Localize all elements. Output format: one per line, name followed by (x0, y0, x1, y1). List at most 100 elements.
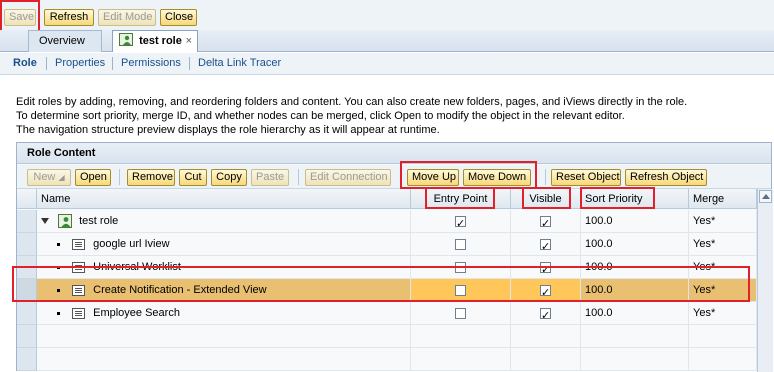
entry-point-checkbox[interactable] (455, 284, 466, 296)
visible-checkbox[interactable] (540, 282, 551, 304)
subnav-properties[interactable]: Properties (55, 57, 105, 69)
merge-cell: Yes* (689, 279, 757, 302)
description-line: The navigation structure preview display… (16, 124, 440, 136)
bullet-icon (57, 265, 60, 269)
sort-priority-cell: 100.0 (581, 233, 689, 256)
sort-priority-cell: 100.0 (581, 279, 689, 302)
paste-button[interactable]: Paste (251, 169, 289, 186)
empty-cell (411, 348, 511, 371)
row-selector (17, 325, 37, 348)
empty-cell (581, 325, 689, 348)
visible-cell (511, 256, 581, 281)
empty-row (17, 325, 757, 348)
column-header-merge[interactable]: Merge (689, 189, 757, 209)
column-header-selector (17, 189, 37, 209)
tab-test-role[interactable]: test role × (112, 30, 198, 52)
description-text: Edit roles by adding, removing, and reor… (16, 95, 756, 137)
table-row-selected[interactable]: Create Notification - Extended View 100.… (17, 279, 757, 304)
column-header-entry-point[interactable]: Entry Point (411, 189, 511, 209)
empty-cell (37, 348, 411, 371)
reset-object-button[interactable]: Reset Object (551, 169, 621, 186)
table-row[interactable]: Universal Worklist 100.0 Yes* (17, 256, 757, 281)
move-down-button[interactable]: Move Down (463, 169, 531, 186)
refresh-button[interactable]: Refresh (44, 9, 94, 26)
expand-arrow-icon[interactable] (41, 218, 49, 225)
visible-checkbox[interactable] (540, 236, 551, 258)
name-cell: Create Notification - Extended View (37, 279, 411, 302)
description-line: Edit roles by adding, removing, and reor… (16, 96, 688, 108)
close-button[interactable]: Close (160, 9, 197, 26)
description-line: To determine sort priority, merge ID, an… (16, 110, 625, 122)
refresh-object-button[interactable]: Refresh Object (625, 169, 707, 186)
row-selector[interactable] (17, 233, 37, 256)
empty-cell (689, 348, 757, 371)
column-header-visible[interactable]: Visible (511, 189, 581, 209)
entry-point-checkbox[interactable] (455, 261, 466, 273)
entry-point-cell (411, 279, 511, 302)
row-selector[interactable] (17, 279, 37, 302)
visible-checkbox[interactable] (540, 305, 551, 327)
visible-checkbox[interactable] (540, 259, 551, 281)
column-header-sort-priority[interactable]: Sort Priority (581, 189, 689, 209)
tab-strip: Overview test role × (0, 30, 774, 52)
row-selector[interactable] (17, 210, 37, 233)
bullet-icon (57, 242, 60, 246)
iview-icon (72, 284, 86, 296)
subnav-permissions[interactable]: Permissions (121, 57, 181, 69)
open-button[interactable]: Open (75, 169, 111, 186)
save-button[interactable]: Save (4, 9, 36, 26)
new-button-label: New (33, 171, 56, 183)
merge-cell: Yes* (689, 256, 757, 279)
entry-point-checkbox[interactable] (455, 213, 466, 235)
tab-overview-label: Overview (39, 35, 85, 47)
remove-button[interactable]: Remove (127, 169, 175, 186)
entry-point-cell (411, 256, 511, 279)
row-name: google url Iview (93, 238, 170, 250)
entry-point-checkbox[interactable] (455, 238, 466, 250)
empty-cell (581, 348, 689, 371)
cut-button[interactable]: Cut (179, 169, 207, 186)
empty-cell (411, 325, 511, 348)
bullet-icon (57, 288, 60, 292)
row-name: Universal Worklist (93, 261, 181, 273)
table-row[interactable]: google url Iview 100.0 Yes* (17, 233, 757, 258)
subnav-divider (189, 57, 190, 70)
toolbar-divider (298, 169, 299, 185)
tab-close-icon[interactable]: × (186, 31, 192, 51)
empty-cell (37, 325, 411, 348)
bullet-icon (57, 311, 60, 315)
table-row[interactable]: test role 100.0 Yes* (17, 210, 757, 235)
subnav-divider (112, 57, 113, 70)
visible-checkbox[interactable] (540, 213, 551, 235)
entry-point-checkbox[interactable] (455, 307, 466, 319)
toolbar-divider (545, 169, 546, 185)
row-selector[interactable] (17, 302, 37, 325)
subnav-delta-link-tracer[interactable]: Delta Link Tracer (198, 57, 281, 69)
role-content-panel: Role Content New ◢ Open Remove Cut Copy … (16, 142, 773, 372)
subnav-role[interactable]: Role (13, 57, 37, 69)
new-button[interactable]: New ◢ (27, 169, 71, 186)
copy-button[interactable]: Copy (211, 169, 247, 186)
move-up-button[interactable]: Move Up (407, 169, 459, 186)
empty-cell (689, 325, 757, 348)
scroll-up-icon[interactable] (759, 190, 772, 203)
iview-icon (72, 261, 86, 273)
edit-connection-button[interactable]: Edit Connection (305, 169, 391, 186)
name-cell: google url Iview (37, 233, 411, 256)
merge-cell: Yes* (689, 210, 757, 233)
empty-row (17, 348, 757, 371)
column-header-name[interactable]: Name (37, 189, 411, 209)
tab-overview[interactable]: Overview (28, 30, 102, 52)
name-cell: Universal Worklist (37, 256, 411, 279)
dropdown-arrow-icon: ◢ (58, 173, 65, 182)
toolbar-divider (119, 169, 120, 185)
edit-mode-button[interactable]: Edit Mode (98, 9, 156, 26)
vertical-scrollbar[interactable] (757, 189, 773, 372)
visible-cell (511, 233, 581, 258)
empty-cell (511, 325, 581, 348)
row-name: Employee Search (93, 307, 180, 319)
row-name: Create Notification - Extended View (93, 284, 267, 296)
row-selector[interactable] (17, 256, 37, 279)
row-name: test role (79, 215, 119, 227)
table-row[interactable]: Employee Search 100.0 Yes* (17, 302, 757, 327)
